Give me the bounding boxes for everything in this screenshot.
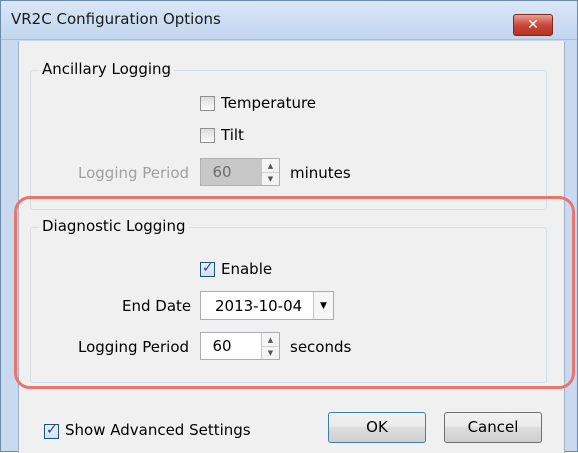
- ancillary-logging-legend: Ancillary Logging: [39, 60, 175, 78]
- show-advanced-settings-checkbox[interactable]: [44, 422, 59, 439]
- chevron-up-icon[interactable]: ▲: [262, 159, 279, 173]
- enable-label: Enable: [221, 260, 273, 278]
- window-title: VR2C Configuration Options: [11, 10, 221, 28]
- ancillary-logging-group: Ancillary Logging: [30, 60, 547, 210]
- cancel-button[interactable]: Cancel: [444, 412, 542, 443]
- enable-checkbox[interactable]: [200, 260, 215, 277]
- ancillary-logging-period-stepper[interactable]: 60 ▲ ▼: [200, 158, 280, 186]
- ok-button[interactable]: OK: [328, 412, 426, 443]
- ancillary-spin-buttons: ▲ ▼: [261, 159, 279, 185]
- dialog-client-area: Ancillary Logging Temperature Tilt Loggi…: [18, 41, 565, 453]
- tilt-checkbox[interactable]: [200, 128, 215, 143]
- ancillary-logging-period-value: 60: [212, 163, 232, 181]
- diagnostic-logging-period-value: 60: [212, 337, 232, 355]
- tilt-label: Tilt: [221, 126, 244, 144]
- ancillary-period-unit: minutes: [290, 164, 351, 182]
- end-date-value: 2013-10-04: [215, 297, 303, 315]
- chevron-up-icon[interactable]: ▲: [262, 333, 279, 347]
- chevron-down-icon[interactable]: ▼: [313, 292, 333, 319]
- close-icon: ✕: [527, 17, 539, 33]
- diagnostic-logging-legend: Diagnostic Logging: [39, 217, 189, 235]
- ancillary-logging-period-label: Logging Period: [78, 164, 190, 182]
- temperature-label: Temperature: [221, 94, 317, 112]
- show-advanced-settings-label[interactable]: Show Advanced Settings: [65, 421, 251, 439]
- title-bar[interactable]: VR2C Configuration Options ✕: [1, 1, 577, 40]
- dialog-window: VR2C Configuration Options ✕ Ancillary L…: [0, 0, 578, 453]
- temperature-checkbox[interactable]: [200, 96, 215, 111]
- chevron-down-icon[interactable]: ▼: [262, 172, 279, 185]
- diagnostic-period-unit: seconds: [290, 338, 352, 356]
- close-button[interactable]: ✕: [513, 14, 553, 36]
- end-date-picker[interactable]: 2013-10-04 ▼: [200, 291, 334, 320]
- diagnostic-spin-buttons: ▲ ▼: [261, 333, 279, 359]
- diagnostic-logging-period-stepper[interactable]: 60 ▲ ▼: [200, 332, 280, 360]
- diagnostic-logging-period-label: Logging Period: [78, 338, 190, 356]
- end-date-label: End Date: [122, 297, 192, 315]
- chevron-down-icon[interactable]: ▼: [262, 346, 279, 359]
